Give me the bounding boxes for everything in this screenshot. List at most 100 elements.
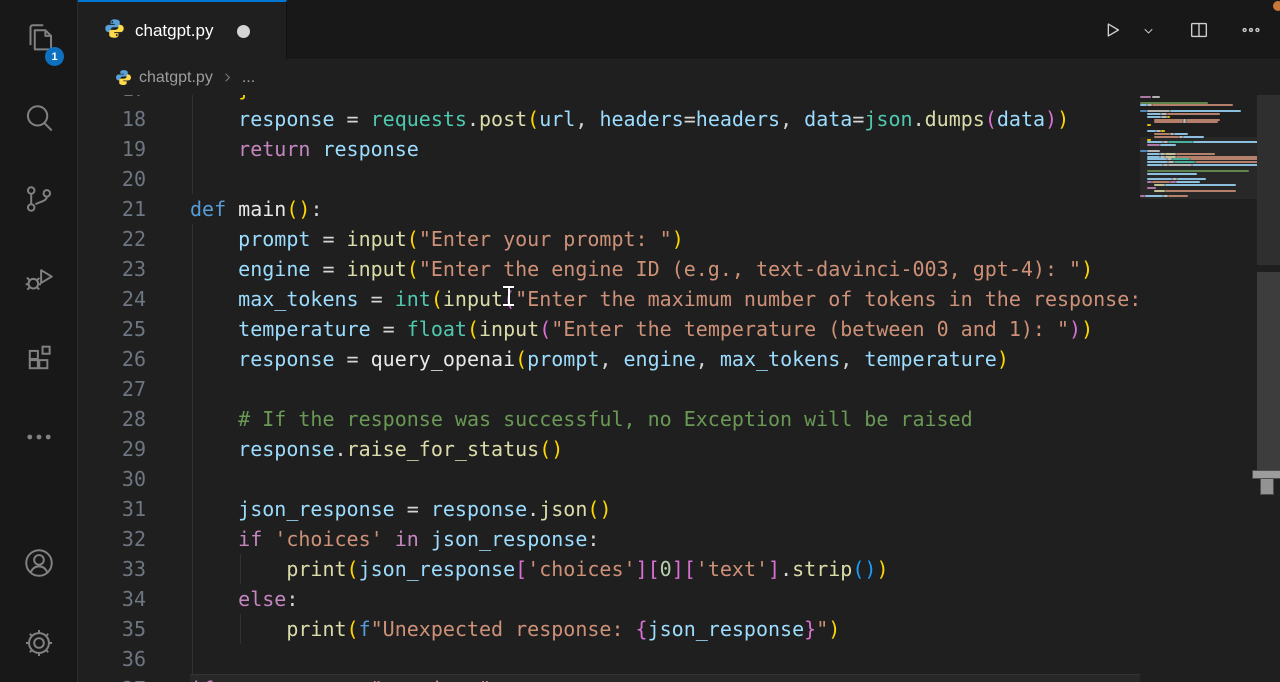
line-number[interactable]: 17: [78, 95, 190, 104]
code-text[interactable]: response = requests.post(url, headers=he…: [190, 104, 1140, 134]
line-number[interactable]: 18: [78, 104, 190, 134]
source-control-icon: [22, 182, 56, 216]
code-line[interactable]: 17 }: [78, 95, 1140, 104]
activitybar-item-explorer[interactable]: 1: [0, 8, 78, 68]
code-text[interactable]: if __name__ == "__main__":: [190, 674, 1140, 682]
activitybar-item-settings[interactable]: [0, 613, 78, 673]
code-text[interactable]: else:: [190, 584, 1140, 614]
line-number[interactable]: 24: [78, 284, 190, 314]
extensions-icon: [22, 341, 56, 375]
line-number[interactable]: 30: [78, 464, 190, 494]
code-line[interactable]: 24 max_tokens = int(input("Enter the max…: [78, 284, 1140, 314]
code-text[interactable]: [190, 164, 1140, 194]
line-number[interactable]: 37: [78, 674, 190, 682]
code-line[interactable]: 21def main():: [78, 194, 1140, 224]
modified-dot-icon[interactable]: [237, 25, 250, 38]
code-text[interactable]: json_response = response.json(): [190, 494, 1140, 524]
code-line[interactable]: 27: [78, 374, 1140, 404]
code-line[interactable]: 19 return response: [78, 134, 1140, 164]
code-line[interactable]: 29 response.raise_for_status(): [78, 434, 1140, 464]
line-number[interactable]: 28: [78, 404, 190, 434]
breadcrumb-file[interactable]: chatgpt.py: [139, 69, 213, 87]
line-number[interactable]: 23: [78, 254, 190, 284]
line-number[interactable]: 22: [78, 224, 190, 254]
cursor-artifact: [1252, 470, 1280, 495]
code-text[interactable]: max_tokens = int(input("Enter the maximu…: [190, 284, 1140, 314]
code-line[interactable]: 35 print(f"Unexpected response: {json_re…: [78, 614, 1140, 644]
code-line[interactable]: 28 # If the response was successful, no …: [78, 404, 1140, 434]
code-line[interactable]: 31 json_response = response.json(): [78, 494, 1140, 524]
account-icon: [22, 546, 56, 580]
python-file-icon: [104, 18, 125, 44]
code-line[interactable]: 18 response = requests.post(url, headers…: [78, 104, 1140, 134]
code-text[interactable]: response = query_openai(prompt, engine, …: [190, 344, 1140, 374]
code-line[interactable]: 34 else:: [78, 584, 1140, 614]
code-text[interactable]: print(f"Unexpected response: {json_respo…: [190, 614, 1140, 644]
code-text[interactable]: engine = input("Enter the engine ID (e.g…: [190, 254, 1140, 284]
code-line[interactable]: 30: [78, 464, 1140, 494]
line-number[interactable]: 27: [78, 374, 190, 404]
code-line[interactable]: 32 if 'choices' in json_response:: [78, 524, 1140, 554]
code-text[interactable]: print(json_response['choices'][0]['text'…: [190, 554, 1140, 584]
line-number[interactable]: 19: [78, 134, 190, 164]
code-text[interactable]: }: [190, 95, 1140, 104]
line-number[interactable]: 29: [78, 434, 190, 464]
code-line-current[interactable]: 37if __name__ == "__main__":: [78, 674, 1140, 682]
line-number[interactable]: 36: [78, 644, 190, 674]
line-number[interactable]: 32: [78, 524, 190, 554]
run-dropdown-chevron-icon[interactable]: [1137, 19, 1160, 42]
split-editor-button[interactable]: [1184, 15, 1214, 45]
activitybar-item-search[interactable]: [0, 88, 78, 148]
line-number[interactable]: 20: [78, 164, 190, 194]
line-number[interactable]: 26: [78, 344, 190, 374]
editor-actions: [1097, 0, 1266, 60]
scrollbar-thumb[interactable]: [1257, 272, 1280, 470]
code-line[interactable]: 25 temperature = float(input("Enter the …: [78, 314, 1140, 344]
code-text[interactable]: [190, 644, 1140, 674]
code-text[interactable]: temperature = float(input("Enter the tem…: [190, 314, 1140, 344]
activitybar-item-source-control[interactable]: [0, 169, 78, 229]
code-line[interactable]: 33 print(json_response['choices'][0]['te…: [78, 554, 1140, 584]
vscode-window: 1 chatgpt.py: [0, 0, 1280, 682]
tab-label: chatgpt.py: [135, 21, 213, 41]
indent-guide: [240, 554, 241, 584]
code-text[interactable]: def main():: [190, 194, 1140, 224]
line-number[interactable]: 21: [78, 194, 190, 224]
activitybar-item-run-debug[interactable]: [0, 248, 78, 308]
code-line[interactable]: 36: [78, 644, 1140, 674]
ellipsis-icon: [22, 420, 56, 454]
minimap[interactable]: [1140, 95, 1257, 680]
code-line[interactable]: 20: [78, 164, 1140, 194]
code-editor[interactable]: 17 }18 response = requests.post(url, hea…: [78, 95, 1280, 682]
tab-bar: chatgpt.py: [78, 0, 1280, 60]
line-number[interactable]: 25: [78, 314, 190, 344]
activitybar-item-account[interactable]: [0, 533, 78, 593]
line-number[interactable]: 31: [78, 494, 190, 524]
code-text[interactable]: [190, 374, 1140, 404]
code-text[interactable]: prompt = input("Enter your prompt: "): [190, 224, 1140, 254]
code-text[interactable]: return response: [190, 134, 1140, 164]
code-line[interactable]: 26 response = query_openai(prompt, engin…: [78, 344, 1140, 374]
indent-guide: [192, 95, 193, 194]
code-line[interactable]: 23 engine = input("Enter the engine ID (…: [78, 254, 1140, 284]
code-text[interactable]: if 'choices' in json_response:: [190, 524, 1140, 554]
code-line[interactable]: 22 prompt = input("Enter your prompt: "): [78, 224, 1140, 254]
line-number[interactable]: 34: [78, 584, 190, 614]
tab-chatgpt-py[interactable]: chatgpt.py: [78, 0, 287, 60]
python-file-icon-small: [115, 69, 132, 86]
line-number[interactable]: 33: [78, 554, 190, 584]
editor-group: chatgpt.py: [78, 0, 1280, 682]
more-actions-button[interactable]: [1236, 15, 1266, 45]
code-lines[interactable]: 17 }18 response = requests.post(url, hea…: [78, 95, 1140, 682]
vertical-scrollbar[interactable]: [1257, 95, 1280, 682]
code-text[interactable]: [190, 464, 1140, 494]
line-number[interactable]: 35: [78, 614, 190, 644]
explorer-badge: 1: [45, 47, 64, 66]
scrollbar-decoration: [1257, 95, 1280, 265]
activitybar-item-more[interactable]: [0, 407, 78, 467]
activitybar-item-extensions[interactable]: [0, 328, 78, 388]
breadcrumb-more[interactable]: ...: [242, 69, 255, 87]
code-text[interactable]: # If the response was successful, no Exc…: [190, 404, 1140, 434]
run-button[interactable]: [1097, 15, 1127, 45]
code-text[interactable]: response.raise_for_status(): [190, 434, 1140, 464]
